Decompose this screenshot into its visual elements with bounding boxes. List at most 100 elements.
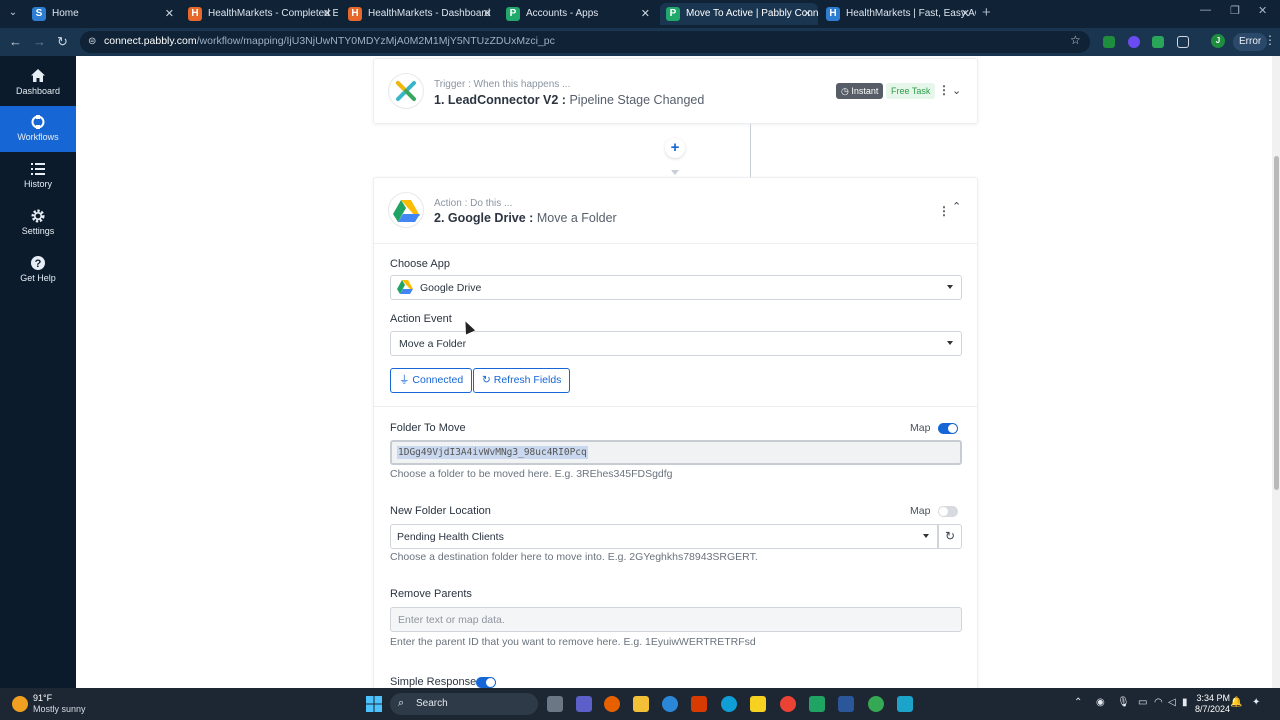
- taskbar-search[interactable]: ⌕ Search: [390, 693, 538, 715]
- healthmarkets-favicon-icon: H: [188, 7, 202, 21]
- new-folder-location-map-toggle[interactable]: [938, 506, 958, 517]
- task-view-icon[interactable]: [547, 696, 563, 712]
- refresh-fields-label: Refresh Fields: [493, 374, 562, 386]
- trigger-title: 1. LeadConnector V2 : Pipeline Stage Cha…: [434, 93, 704, 107]
- close-icon[interactable]: ✕: [323, 3, 332, 25]
- volume-icon[interactable]: ◁: [1168, 697, 1176, 708]
- browser-menu-icon[interactable]: ⋮: [1264, 33, 1276, 47]
- choose-app-select[interactable]: Google Drive: [390, 275, 962, 300]
- clock-time[interactable]: 3:34 PM: [1194, 693, 1230, 703]
- tab-accounts-apps[interactable]: P Accounts - Apps ✕: [500, 3, 656, 25]
- sidebar-item-workflows[interactable]: Workflows: [0, 106, 76, 152]
- simple-response-toggle[interactable]: [476, 677, 496, 688]
- firefox-icon[interactable]: [604, 696, 620, 712]
- windows-start-icon[interactable]: [366, 696, 382, 712]
- remove-parents-label: Remove Parents: [390, 588, 472, 600]
- tab-healthmarkets-completed[interactable]: H HealthMarkets - Completed En ✕: [182, 3, 338, 25]
- extensions-puzzle-icon[interactable]: [1177, 36, 1189, 48]
- tab-move-to-active[interactable]: P Move To Active | Pabbly Conne ✕: [660, 3, 818, 25]
- tab-healthmarkets-aca[interactable]: H HealthMarkets | Fast, Easy ACA ✕: [820, 3, 976, 25]
- sidebar-item-history[interactable]: History: [0, 153, 76, 199]
- word-icon[interactable]: [838, 696, 854, 712]
- minimize-icon[interactable]: —: [1200, 4, 1211, 16]
- scrollbar-thumb[interactable]: [1274, 156, 1279, 490]
- action-event-label: Action Event: [390, 313, 452, 325]
- close-icon[interactable]: ✕: [961, 3, 970, 25]
- url-field[interactable]: ⊜ connect.pabbly.com/workflow/mapping/Ij…: [80, 31, 1090, 53]
- display-icon[interactable]: ▭: [1138, 697, 1147, 708]
- weather-sun-icon[interactable]: [12, 696, 28, 712]
- add-step-plus-icon[interactable]: +: [665, 138, 685, 158]
- sidebar-item-label: Workflows: [17, 132, 59, 142]
- refresh-fields-button[interactable]: ↻ Refresh Fields: [473, 368, 571, 393]
- trigger-menu-icon[interactable]: ⋮: [938, 83, 950, 97]
- clock-icon: ◷: [841, 86, 849, 96]
- calculator-icon[interactable]: [897, 696, 913, 712]
- edge-icon[interactable]: [721, 696, 737, 712]
- tab-home[interactable]: S Home ✕: [26, 3, 180, 25]
- new-folder-location-help: Choose a destination folder here to move…: [390, 551, 758, 563]
- site-info-icon[interactable]: ⊜: [88, 36, 100, 48]
- chevron-down-icon[interactable]: ⌄: [952, 84, 961, 97]
- action-menu-icon[interactable]: ⋮: [938, 204, 950, 218]
- chrome-profile-icon[interactable]: [868, 696, 884, 712]
- sidebar-item-label: Dashboard: [15, 86, 61, 96]
- leadconnector-logo: [388, 73, 424, 109]
- caret-down-icon: [947, 285, 953, 289]
- maximize-icon[interactable]: ❐: [1230, 4, 1240, 17]
- close-icon[interactable]: ✕: [641, 3, 650, 25]
- wifi-icon[interactable]: ◠: [1154, 697, 1163, 708]
- window-close-icon[interactable]: ✕: [1258, 4, 1267, 17]
- profile-avatar[interactable]: J: [1211, 34, 1225, 48]
- plug-icon: ⏚: [399, 374, 410, 386]
- tray-chevron-up-icon[interactable]: ⌃: [1074, 697, 1082, 708]
- reload-icon[interactable]: ↻: [57, 34, 68, 50]
- office-icon[interactable]: [691, 696, 707, 712]
- bookmark-star-icon[interactable]: ☆: [1070, 33, 1081, 47]
- extension-green-icon[interactable]: [1103, 36, 1115, 48]
- browser-tab-bar: ⌄ S Home ✕ H HealthMarkets - Completed E…: [0, 0, 1280, 28]
- healthmarkets-favicon-icon: H: [348, 7, 362, 21]
- action-event-select[interactable]: Move a Folder: [390, 331, 962, 356]
- refresh-folders-button[interactable]: ↻: [938, 524, 962, 549]
- back-arrow-icon[interactable]: ←: [9, 34, 22, 50]
- file-explorer-icon[interactable]: [633, 696, 649, 712]
- tab-healthmarkets-dashboard[interactable]: H HealthMarkets - Dashboard ✕: [342, 3, 498, 25]
- extension-drive-icon[interactable]: [1152, 36, 1164, 48]
- google-drive-icon: [397, 280, 413, 294]
- close-icon[interactable]: ✕: [165, 3, 174, 25]
- sidebar-item-dashboard[interactable]: Dashboard: [0, 60, 76, 106]
- new-folder-location-select[interactable]: Pending Health Clients: [390, 524, 938, 549]
- close-icon[interactable]: ✕: [483, 3, 492, 25]
- site-favicon-icon: S: [32, 7, 46, 21]
- sticky-notes-icon[interactable]: [750, 696, 766, 712]
- trigger-event-name: Pipeline Stage Changed: [569, 93, 705, 107]
- chrome-icon[interactable]: [780, 696, 796, 712]
- folder-to-move-input[interactable]: 1DGg49VjdI3A4ivWvMNg3_98uc4RI0Pcq: [390, 440, 962, 465]
- action-app-name: 2. Google Drive :: [434, 211, 534, 225]
- close-icon[interactable]: ✕: [803, 3, 812, 25]
- trigger-step-card[interactable]: Trigger : When this happens ... 1. LeadC…: [373, 58, 978, 124]
- instant-label: Instant: [851, 86, 879, 96]
- clock-date[interactable]: 8/7/2024: [1180, 704, 1230, 714]
- copilot-icon[interactable]: ✦: [1252, 697, 1260, 708]
- notification-bell-icon[interactable]: 🔔: [1230, 697, 1242, 708]
- tab-search-chevron-icon[interactable]: ⌄: [4, 4, 22, 22]
- remove-parents-input[interactable]: Enter text or map data.: [390, 607, 962, 632]
- chevron-up-icon[interactable]: ⌃: [952, 200, 961, 213]
- teams-icon[interactable]: [576, 696, 592, 712]
- folder-to-move-map-toggle[interactable]: [938, 423, 958, 434]
- google-drive-taskbar-icon[interactable]: [809, 696, 825, 712]
- sidebar-item-get-help[interactable]: ? Get Help: [0, 247, 76, 293]
- sidebar-item-settings[interactable]: Settings: [0, 200, 76, 246]
- error-badge[interactable]: Error: [1233, 33, 1268, 51]
- forward-arrow-icon[interactable]: →: [33, 34, 46, 50]
- card-divider: [374, 243, 977, 244]
- connected-button[interactable]: ⏚ Connected: [390, 368, 473, 393]
- tray-app-icon[interactable]: ◉: [1096, 697, 1105, 708]
- extension-purple-icon[interactable]: [1128, 36, 1140, 48]
- edge-dev-icon[interactable]: [662, 696, 678, 712]
- new-tab-plus-icon[interactable]: +: [982, 3, 991, 23]
- microphone-icon[interactable]: 🎙: [1117, 697, 1130, 708]
- tab-title: Move To Active | Pabbly Conne: [686, 8, 818, 19]
